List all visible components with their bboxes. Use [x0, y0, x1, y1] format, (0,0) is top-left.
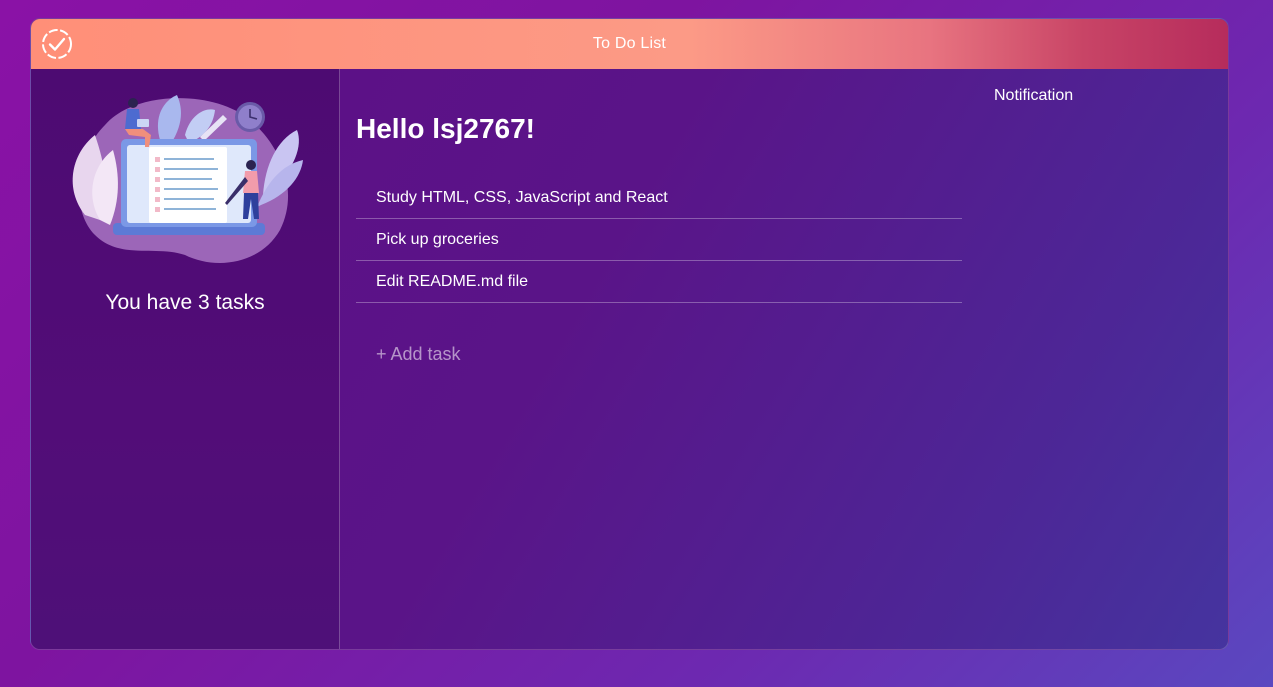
- sidebar: You have 3 tasks: [31, 69, 340, 649]
- main-panel: Hello lsj2767! Study HTML, CSS, JavaScri…: [340, 69, 1228, 649]
- task-label: Edit README.md file: [376, 272, 529, 290]
- task-count-text: You have 3 tasks: [105, 291, 265, 314]
- task-item[interactable]: Edit README.md file: [356, 261, 962, 303]
- task-label: Study HTML, CSS, JavaScript and React: [376, 188, 668, 206]
- task-label: Pick up groceries: [376, 230, 499, 248]
- to-do-illustration: [72, 95, 303, 263]
- title-bar: To Do List: [31, 19, 1228, 69]
- add-task-button[interactable]: + Add task: [376, 344, 461, 365]
- app-window: To Do List You have 3 tasks Hello lsj276…: [30, 18, 1229, 650]
- notification-label: Notification: [994, 87, 1074, 104]
- check-circle-icon: [42, 29, 72, 59]
- greeting-heading: Hello lsj2767!: [356, 113, 535, 144]
- window-title: To Do List: [592, 35, 667, 52]
- task-item[interactable]: Study HTML, CSS, JavaScript and React: [356, 177, 962, 219]
- task-list: Study HTML, CSS, JavaScript and React Pi…: [356, 177, 962, 303]
- task-item[interactable]: Pick up groceries: [356, 219, 962, 261]
